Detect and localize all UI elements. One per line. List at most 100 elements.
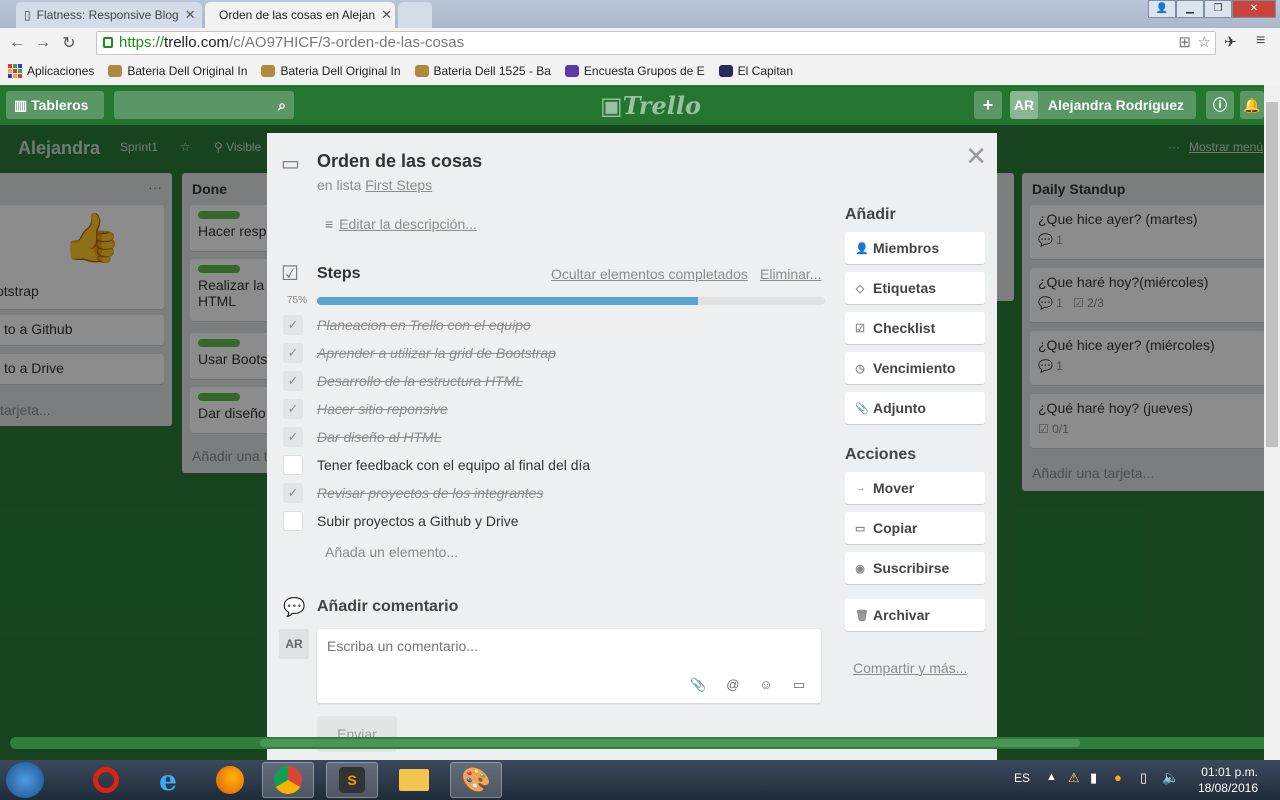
checklist-item-text[interactable]: Subir proyectos a Github y Drive bbox=[317, 513, 519, 529]
delete-checklist-link[interactable]: Eliminar... bbox=[760, 266, 821, 282]
add-button[interactable]: + bbox=[974, 91, 1002, 119]
browser-chrome: ▯ Flatness: Responsive Blog ✕ Orden de l… bbox=[0, 0, 1280, 85]
paint-icon[interactable]: 🎨 bbox=[450, 762, 502, 798]
suscribirse-button[interactable]: ◉ Suscribirse bbox=[845, 552, 985, 584]
checklist-item-text[interactable]: Dar diseño al HTML bbox=[317, 429, 442, 445]
checked-checkbox-icon[interactable]: ✓ bbox=[283, 483, 303, 503]
checklist-button[interactable]: ☑ Checklist bbox=[845, 312, 985, 344]
address-bar[interactable]: https://trello.com/c/AO97HICF/3-orden-de… bbox=[96, 31, 1216, 55]
avatar[interactable]: AR bbox=[279, 629, 309, 659]
close-icon[interactable]: ✕ bbox=[965, 141, 987, 172]
vencimiento-button[interactable]: ◷ Vencimiento bbox=[845, 352, 985, 384]
archivar-button[interactable]: 🗑 Archivar bbox=[845, 599, 985, 631]
window-close-icon[interactable]: ✕ bbox=[1232, 0, 1276, 18]
extension-icon[interactable]: ✈ bbox=[1224, 33, 1237, 51]
signal-icon[interactable]: ▮ bbox=[1090, 770, 1097, 786]
etiquetas-button[interactable]: ◇ Etiquetas bbox=[845, 272, 985, 304]
miembros-button[interactable]: 👤 Miembros bbox=[845, 232, 985, 264]
description-icon: ≡ bbox=[325, 216, 334, 232]
firefox-icon[interactable] bbox=[204, 762, 256, 798]
mover-button[interactable]: → Mover bbox=[845, 472, 985, 504]
checklist-item[interactable]: ✓ Planeacion en Trello con el equipo bbox=[283, 315, 531, 335]
language-indicator[interactable]: ES bbox=[1014, 771, 1030, 785]
translate-icon[interactable]: ⊞ bbox=[1178, 32, 1191, 54]
chrome-icon[interactable] bbox=[262, 762, 314, 798]
sublime-text-icon[interactable]: S bbox=[326, 762, 378, 798]
back-icon[interactable]: ← bbox=[4, 34, 30, 52]
copiar-button[interactable]: ▭ Copiar bbox=[845, 512, 985, 544]
start-button[interactable] bbox=[6, 762, 44, 798]
user-icon[interactable]: 👤 bbox=[1148, 0, 1176, 18]
checklist-item[interactable]: Subir proyectos a Github y Drive bbox=[283, 511, 519, 531]
bookmark-item[interactable]: Encuesta Grupos de E bbox=[564, 64, 705, 78]
plus-icon: + bbox=[982, 95, 994, 115]
scroll-thumb[interactable] bbox=[260, 739, 1080, 747]
checklist-item-text[interactable]: Revisar proyectos de los integrantes bbox=[317, 485, 543, 501]
horizontal-scrollbar[interactable] bbox=[10, 737, 1272, 749]
attachment-icon[interactable]: 📎 bbox=[690, 677, 706, 693]
menu-icon[interactable]: ≡ bbox=[1256, 32, 1265, 50]
forward-icon[interactable]: → bbox=[30, 34, 56, 52]
boards-button[interactable]: ▥ Tableros bbox=[6, 91, 104, 119]
checked-checkbox-icon[interactable]: ✓ bbox=[283, 343, 303, 363]
checklist-item-text[interactable]: Hacer sitio reponsive bbox=[317, 401, 448, 417]
add-item-link[interactable]: Añada un elemento... bbox=[325, 544, 458, 560]
checklist-title[interactable]: Steps bbox=[317, 265, 361, 283]
minimize-icon[interactable]: ▁ bbox=[1176, 0, 1204, 18]
maximize-icon[interactable]: ❐ bbox=[1204, 0, 1232, 18]
bookmark-item[interactable]: Bateria Dell 1525 - Ba bbox=[414, 64, 551, 78]
checklist-item[interactable]: ✓ Revisar proyectos de los integrantes bbox=[283, 483, 543, 503]
adjunto-button[interactable]: 📎 Adjunto bbox=[845, 392, 985, 424]
member-menu-button[interactable]: AR Alejandra Rodríguez bbox=[1010, 91, 1196, 119]
tab-trello[interactable]: Orden de las cosas en Alejan ✕ bbox=[205, 2, 395, 28]
reload-icon[interactable]: ↻ bbox=[56, 33, 82, 53]
comment-input[interactable] bbox=[327, 638, 807, 654]
battery-icon[interactable]: ▯ bbox=[1140, 770, 1147, 786]
hide-completed-link[interactable]: Ocultar elementos completados bbox=[551, 266, 748, 282]
clock[interactable]: 01:01 p.m. 18/08/2016 bbox=[1198, 764, 1258, 796]
volume-icon[interactable]: 🔈 bbox=[1162, 769, 1179, 786]
checkbox-icon[interactable] bbox=[283, 455, 303, 475]
checklist-item[interactable]: ✓ Hacer sitio reponsive bbox=[283, 399, 448, 419]
close-tab-icon[interactable]: ✕ bbox=[185, 7, 196, 23]
bookmark-item[interactable]: Bateria Dell Original In bbox=[261, 64, 401, 78]
bookmark-apps[interactable]: Aplicaciones bbox=[8, 64, 94, 78]
checklist-item[interactable]: ✓ Desarrollo de la estructura HTML bbox=[283, 371, 523, 391]
new-tab-button[interactable] bbox=[398, 2, 432, 28]
checked-checkbox-icon[interactable]: ✓ bbox=[283, 399, 303, 419]
checklist-item[interactable]: ✓ Aprender a utilizar la grid de Bootstra… bbox=[283, 343, 556, 363]
star-icon[interactable]: ☆ bbox=[1198, 32, 1211, 54]
card-title[interactable]: Orden de las cosas bbox=[317, 151, 482, 172]
bookmark-item[interactable]: El Capitan bbox=[718, 64, 793, 78]
vertical-scroll-thumb[interactable] bbox=[1266, 102, 1278, 447]
checklist-item-text[interactable]: Desarrollo de la estructura HTML bbox=[317, 373, 523, 389]
info-icon[interactable]: ⓘ bbox=[1206, 91, 1234, 119]
checked-checkbox-icon[interactable]: ✓ bbox=[283, 371, 303, 391]
close-tab-icon[interactable]: ✕ bbox=[381, 7, 392, 23]
edit-description-link[interactable]: ≡ Editar la descripción... bbox=[325, 216, 477, 232]
checklist-item-text[interactable]: Planeacion en Trello con el equipo bbox=[317, 317, 531, 333]
notifications-icon[interactable]: 🔔 bbox=[1240, 91, 1264, 119]
trello-logo[interactable]: ▣Trello bbox=[600, 91, 701, 120]
app-tray-icon[interactable]: ● bbox=[1114, 770, 1122, 785]
list-link[interactable]: First Steps bbox=[365, 177, 432, 193]
show-hidden-icons[interactable]: ▲ bbox=[1046, 771, 1057, 783]
internet-explorer-icon[interactable]: e bbox=[142, 762, 194, 798]
checked-checkbox-icon[interactable]: ✓ bbox=[283, 315, 303, 335]
checked-checkbox-icon[interactable]: ✓ bbox=[283, 427, 303, 447]
share-link[interactable]: Compartir y más... bbox=[853, 660, 967, 676]
checklist-item[interactable]: Tener feedback con el equipo al final de… bbox=[283, 455, 590, 475]
card-link-icon[interactable]: ▭ bbox=[793, 677, 805, 693]
checklist-item[interactable]: ✓ Dar diseño al HTML bbox=[283, 427, 442, 447]
bookmark-item[interactable]: Bateria Dell Original In bbox=[108, 64, 247, 78]
checklist-item-text[interactable]: Tener feedback con el equipo al final de… bbox=[317, 457, 590, 473]
checklist-item-text[interactable]: Aprender a utilizar la grid de Bootstrap bbox=[317, 345, 556, 361]
network-warning-icon[interactable]: ⚠ bbox=[1068, 770, 1080, 786]
mention-icon[interactable]: @ bbox=[726, 677, 739, 693]
file-explorer-icon[interactable] bbox=[388, 762, 440, 798]
opera-icon[interactable] bbox=[80, 762, 132, 798]
search-input[interactable]: ⌕ bbox=[114, 91, 294, 119]
tab-flatness[interactable]: ▯ Flatness: Responsive Blog ✕ bbox=[16, 2, 202, 28]
checkbox-icon[interactable] bbox=[283, 511, 303, 531]
emoji-icon[interactable]: ☺ bbox=[759, 677, 772, 693]
